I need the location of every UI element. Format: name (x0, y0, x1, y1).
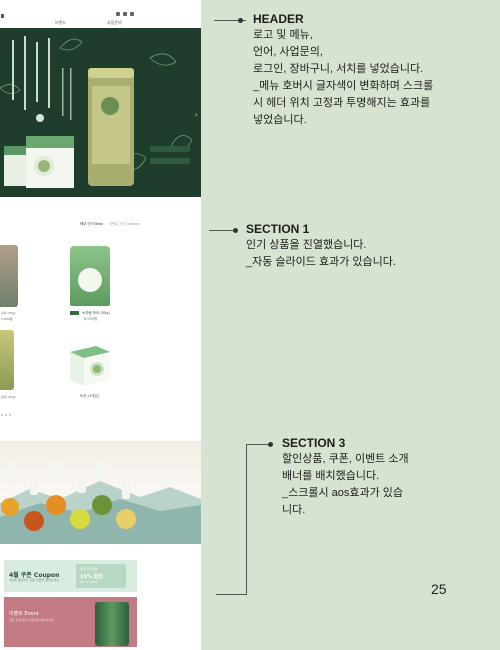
product-price: 8,000원 (84, 317, 98, 321)
product-name: 홍차 (30g) (1, 311, 16, 315)
product-name: 녹차 (4개입) (80, 394, 99, 398)
annotation-title: HEADER (253, 12, 304, 26)
tea-promo-banner[interactable] (0, 441, 201, 544)
website-mockup: 브랜드 사업문의 › 헤코 인기 Best 이번주 인기 Season 홍차 (… (0, 0, 201, 650)
tab-best[interactable]: 헤코 인기 Best (80, 222, 103, 227)
coupon-ticket-date: Apr 2, 2024 (80, 580, 98, 584)
hero-illustration (0, 28, 201, 197)
coupon-banner[interactable]: 4월 쿠폰 Coupon 4월에 제공하는 각종 쿠폰을 알아보세요 생일 할인… (4, 560, 137, 592)
section3-connector-line-vertical (246, 444, 247, 595)
hero-banner: › (0, 28, 201, 197)
annotation-line: _메뉴 호버시 글자색이 변화하며 스크롤 (253, 80, 434, 92)
annotation-line: _자동 슬라이드 효과가 있습니다. (246, 256, 396, 268)
annotation-line: 로고 및 메뉴, (253, 29, 313, 41)
section1-tabs: 헤코 인기 Best 이번주 인기 Season (80, 222, 140, 227)
event-banner[interactable]: 이벤트 Event 지금 진행 중인 이벤트를 확인하세요 (4, 597, 137, 647)
cart-icon[interactable] (123, 12, 127, 16)
section3-connector-dot (268, 442, 273, 447)
coupon-ticket[interactable]: 생일 할인쿠폰 15% 할인 Apr 2, 2024 (76, 564, 126, 588)
section3-annotation: SECTION 3 할인상품, 쿠폰, 이벤트 소개 배너를 배치했습니다. _… (282, 436, 409, 519)
annotation-line: _스크롤시 aos효과가 있습 (282, 487, 404, 499)
coupon-subtitle: 4월에 제공하는 각종 쿠폰을 알아보세요 (9, 578, 59, 582)
annotation-line: 로그인, 장바구니, 서치를 넣었습니다. (253, 63, 424, 75)
product-image-box[interactable] (66, 338, 112, 388)
product-image-pouch[interactable] (70, 246, 110, 306)
event-title: 이벤트 Event (9, 611, 39, 617)
nav-icon-group (116, 12, 134, 16)
nav-menu-business[interactable]: 사업문의 (107, 20, 122, 26)
section3-connector-line-bottom (216, 594, 247, 595)
product-name: 보리 (50g) (1, 395, 16, 399)
product-image[interactable] (0, 330, 14, 390)
header-connector-dot (238, 18, 243, 23)
slider-pagination[interactable] (1, 414, 11, 416)
annotation-line: 할인상품, 쿠폰, 이벤트 소개 (282, 453, 409, 465)
coupon-ticket-label: 생일 할인쿠폰 (80, 567, 98, 571)
user-icon[interactable] (130, 12, 134, 16)
event-product-image (95, 602, 129, 646)
tea-cups-illustration (0, 461, 201, 544)
coupon-ticket-discount: 15% 할인 (80, 574, 103, 580)
header-annotation: HEADER 로고 및 메뉴, 언어, 사업문의, 로그인, 장바구니, 서치를… (253, 12, 433, 129)
annotation-line: 인기 상품을 진열했습니다. (246, 239, 367, 251)
tab-season[interactable]: 이번주 인기 Season (109, 222, 140, 227)
annotation-line: 넣었습니다. (253, 114, 307, 126)
event-subtitle: 지금 진행 중인 이벤트를 확인하세요 (9, 618, 55, 622)
site-logo[interactable] (1, 14, 4, 18)
annotation-line: 시 헤더 위치 고정과 투명해지는 효과를 (253, 97, 431, 109)
annotation-line: 배너를 배치했습니다. (282, 470, 380, 482)
search-icon[interactable] (116, 12, 120, 16)
product-image[interactable] (0, 245, 18, 307)
chevron-right-icon[interactable]: › (195, 110, 198, 119)
section1-connector-dot (233, 228, 238, 233)
annotation-line: 언어, 사업문의, (253, 46, 323, 58)
site-header: 브랜드 사업문의 (0, 0, 201, 28)
best-badge (70, 311, 79, 315)
annotation-line: 니다. (282, 504, 306, 516)
annotation-title: SECTION 3 (282, 436, 346, 450)
section1-annotation: SECTION 1 인기 상품을 진열했습니다. _자동 슬라이드 효과가 있습… (246, 222, 396, 271)
annotation-title: SECTION 1 (246, 222, 310, 236)
page-number: 25 (431, 581, 447, 597)
nav-menu-brand[interactable]: 브랜드 (55, 20, 66, 26)
product-name: 녹차랑 보리 (50g) (82, 311, 110, 315)
product-price: 5,500원 (1, 317, 13, 321)
